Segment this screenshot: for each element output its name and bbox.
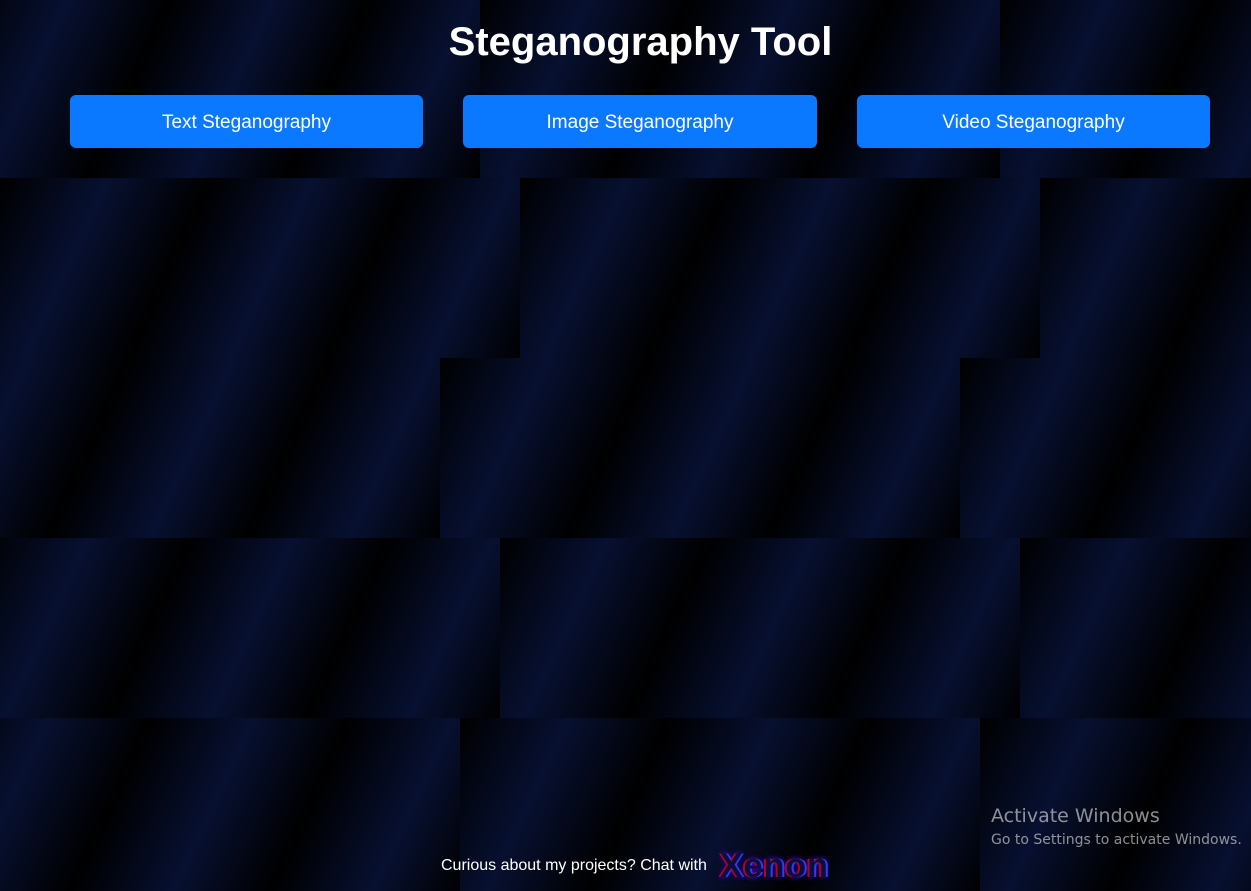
xenon-chat-link[interactable]: Xenon — [720, 846, 829, 886]
background-band — [0, 358, 1251, 538]
page-title: Steganography Tool — [448, 20, 833, 64]
background-band — [0, 538, 1251, 718]
footer-prompt: Curious about my projects? Chat with — [441, 857, 707, 874]
background-band — [0, 178, 1251, 358]
activate-windows-watermark: Activate Windows Go to Settings to activ… — [991, 804, 1242, 849]
page-root: Steganography Tool Text Steganography Im… — [0, 0, 1251, 891]
watermark-title: Activate Windows — [991, 805, 1160, 827]
text-steganography-button[interactable]: Text Steganography — [70, 95, 423, 148]
video-steganography-button[interactable]: Video Steganography — [857, 95, 1210, 148]
image-steganography-button[interactable]: Image Steganography — [463, 95, 817, 148]
watermark-subtitle: Go to Settings to activate Windows. — [991, 832, 1242, 848]
